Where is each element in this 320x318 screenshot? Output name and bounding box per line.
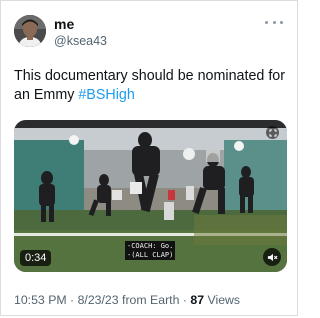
expand-icon [269, 129, 276, 136]
tweet-time[interactable]: 10:53 PM [14, 293, 67, 307]
more-dots-icon [265, 20, 268, 24]
avatar[interactable] [14, 15, 46, 47]
author-display-name[interactable]: me [54, 16, 74, 32]
hashtag-link[interactable]: #BSHigh [78, 87, 134, 103]
video-player[interactable]: -COACH: Go. -(ALL CLAP) 0:34 [14, 120, 287, 272]
speaker-muted-icon [267, 253, 277, 261]
avatar-image [14, 15, 46, 47]
tweet-source: from Earth [118, 293, 180, 307]
tweet-meta: 10:53 PM · 8/23/23 from Earth · 87 Views [14, 293, 241, 307]
tweet-card[interactable]: me @ksea43 This documentary should be no… [0, 0, 298, 316]
views-label: Views [204, 293, 241, 307]
views-count: 87 [190, 293, 205, 307]
mute-button[interactable] [263, 248, 281, 266]
tweet-text: This documentary should be nominated for… [14, 67, 286, 105]
video-caption: -COACH: Go. -(ALL CLAP) [125, 241, 176, 260]
caption-line-1: -COACH: Go. [127, 242, 174, 250]
tweet-date[interactable]: 8/23/23 [78, 293, 119, 307]
author-handle[interactable]: @ksea43 [54, 34, 107, 48]
caption-line-2: -(ALL CLAP) [127, 250, 174, 259]
expand-button[interactable] [266, 126, 279, 139]
more-options-button[interactable] [265, 17, 283, 27]
video-duration: 0:34 [20, 250, 52, 266]
tweet-body: This documentary should be nominated for… [14, 68, 285, 103]
